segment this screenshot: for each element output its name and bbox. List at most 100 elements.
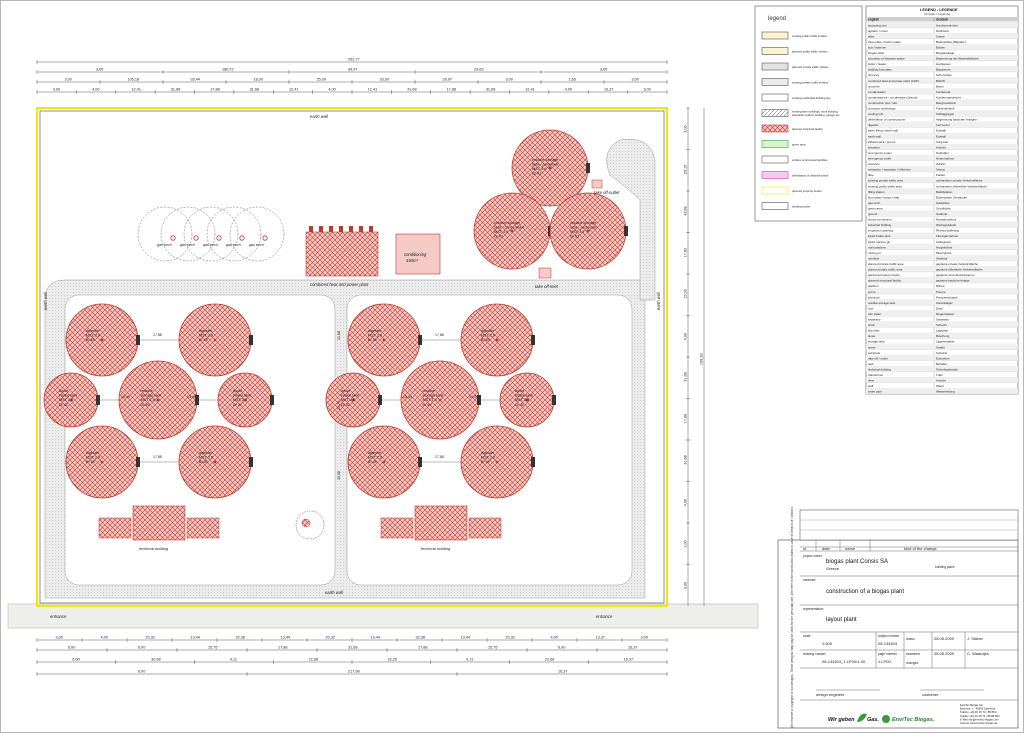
- dim-bottom1-label: 4,00: [101, 636, 108, 640]
- glossary-en: slope: [868, 334, 876, 338]
- tb-representation: layout plant: [826, 617, 857, 623]
- legend-swatch: [761, 140, 789, 148]
- dim-right-label: 29,15: [684, 165, 688, 175]
- dim-row3-label: 3,00: [506, 78, 513, 82]
- digester-label: MST 2.8: [199, 334, 214, 338]
- glossary-de: Biogasanlage: [936, 51, 955, 55]
- glossary-en: floor plate / bottom slab: [868, 195, 900, 199]
- dim-row4-label: 4,00: [92, 88, 99, 92]
- chp-plant: [305, 231, 379, 277]
- dim-row3-label: 18,00: [254, 78, 264, 82]
- residue-center: [438, 398, 442, 402]
- gas-torch-marker: [262, 235, 268, 241]
- glossary-en: pump pit: [868, 295, 880, 299]
- glossary-de: Fördertechnik: [936, 107, 955, 111]
- glossary-de: Kühlaggregat: [936, 112, 954, 116]
- drawing-sheet: earth wall earth wall earth wall earth w…: [0, 0, 1024, 733]
- glossary-en: platform: [868, 284, 879, 288]
- glossary-en: emergency outlet: [868, 157, 891, 161]
- tb-page-number: 1.LP00: [878, 659, 891, 664]
- legend-swatch: [761, 93, 789, 102]
- dim-bottom4-label: 217,98: [348, 670, 360, 674]
- inner-dim-label: 17,88: [435, 455, 444, 459]
- glossary-en: condensation: [868, 90, 886, 94]
- legend-title: legend: [768, 16, 786, 22]
- dim-right-label: 31,68: [684, 372, 688, 382]
- logo-left-text-2: Gas.: [867, 717, 879, 723]
- tb-country: Greece: [826, 566, 840, 571]
- glossary-col-de: deutsch: [936, 18, 948, 22]
- tb-name: name: [845, 546, 856, 551]
- glossary-en: storage tank: [868, 340, 885, 344]
- legend-swatch: [761, 171, 789, 179]
- glossary-en: extraction / separator / influence: [868, 168, 911, 172]
- tb-project-label: project owner: [803, 554, 823, 558]
- storage-tank-permeate-top-label: D/ 61: [532, 172, 541, 176]
- dim-row4-label: 12,41: [368, 88, 378, 92]
- storage-tank-concentrate-label: D/ 61: [494, 235, 503, 239]
- dim-bottom3-label: 18,26: [387, 658, 397, 662]
- glossary-de: Gärrestlager: [936, 301, 953, 305]
- dim-bottom2-label: 6,00: [558, 646, 565, 650]
- storage-tank-permeate-right-label: residue storage: [570, 221, 596, 225]
- tb-drawing-number-label: drawing number: [803, 652, 827, 656]
- glossary-de: Baugrundstück: [936, 101, 957, 105]
- residue-center: [156, 398, 160, 402]
- inner-dim-label: 17,88: [153, 333, 162, 337]
- dim-row4-label: 17,88: [446, 88, 456, 92]
- storage-tank-concentrate-label: MST 1,6: [494, 230, 509, 234]
- storage-tank-concentrate-label: residue storage: [494, 221, 520, 225]
- glossary-col-en: english: [868, 18, 879, 22]
- digester-pump: [418, 335, 422, 345]
- liquid-label: MST 1,6: [341, 398, 356, 402]
- glossary-de: geplante Grundstücksgrenze: [936, 273, 975, 277]
- glossary-de: Gelände: [936, 212, 948, 216]
- glossary-en: industrial building: [868, 223, 892, 227]
- tb-examined-date: 28.05.2009: [934, 651, 955, 656]
- dim-row4-label: 12,41: [525, 88, 535, 92]
- dim-bottom1-label: 4,00: [551, 636, 558, 640]
- dim-row4-label: 12,41: [131, 88, 141, 92]
- digester-pump: [531, 457, 535, 467]
- tb-building-place: building place: [935, 565, 955, 569]
- dim-bottom2-label: 6,00: [68, 646, 75, 650]
- tb-kind: kind of the change: [904, 546, 937, 551]
- dim-row3-label: 33,44: [191, 78, 201, 82]
- glossary-en: entrance: [868, 162, 880, 166]
- glossary-en: planned property border: [868, 273, 900, 277]
- earth-wall-left-label: earth wall: [43, 291, 48, 310]
- earth-wall-top-label: earth wall: [310, 114, 329, 119]
- legend-swatch: [761, 78, 789, 86]
- digester-label: MST 2.8: [86, 456, 101, 460]
- feed-unit: [98, 517, 132, 539]
- glossary-en: boiler / heater: [868, 62, 886, 66]
- dim-bottom2-label: 16,37: [628, 646, 638, 650]
- digester-label: MST 2.8: [481, 334, 496, 338]
- tb-scale-label: scale: [803, 634, 811, 638]
- glossary-de: Bodenplatte (Gebäude): [936, 195, 967, 199]
- flare-marker: [295, 510, 325, 540]
- dim-row4-label: 3,00: [643, 88, 650, 92]
- dim-bottom3-label: 22,68: [545, 658, 555, 662]
- glossary-de: Überlauf: [936, 256, 948, 260]
- glossary-de: Notentnahme: [936, 157, 954, 161]
- tb-page-number-label: page number: [878, 652, 898, 656]
- glossary-de: Bodenplatte (Behälter): [936, 40, 966, 44]
- logo-right-text: EnviTec Biogas.: [892, 717, 935, 723]
- glossary-en: liquid intake tank: [868, 234, 891, 238]
- glossary-de: vorhandene öffentliche Verkehrsfläche: [936, 184, 987, 188]
- feed-unit: [468, 517, 502, 539]
- digester-pump: [531, 335, 535, 345]
- liquid-label: MST 1,6: [515, 398, 530, 402]
- digester-label: MST 2.8: [481, 456, 496, 460]
- dim-right-label: 3,00: [684, 582, 688, 589]
- glossary-en: concrete: [868, 84, 880, 88]
- liquid-label: intake tank: [233, 394, 252, 398]
- glossary-en: view: [868, 379, 875, 383]
- dim-right-label: 17,82: [684, 248, 688, 258]
- dim-row3-label: 3,00: [632, 78, 639, 82]
- digester-label: digester: [481, 329, 495, 333]
- legend-swatch: [761, 31, 789, 40]
- earth-wall-bottom-label: earth wall: [325, 590, 344, 595]
- dim-bottom1-label: 3,00: [641, 636, 648, 640]
